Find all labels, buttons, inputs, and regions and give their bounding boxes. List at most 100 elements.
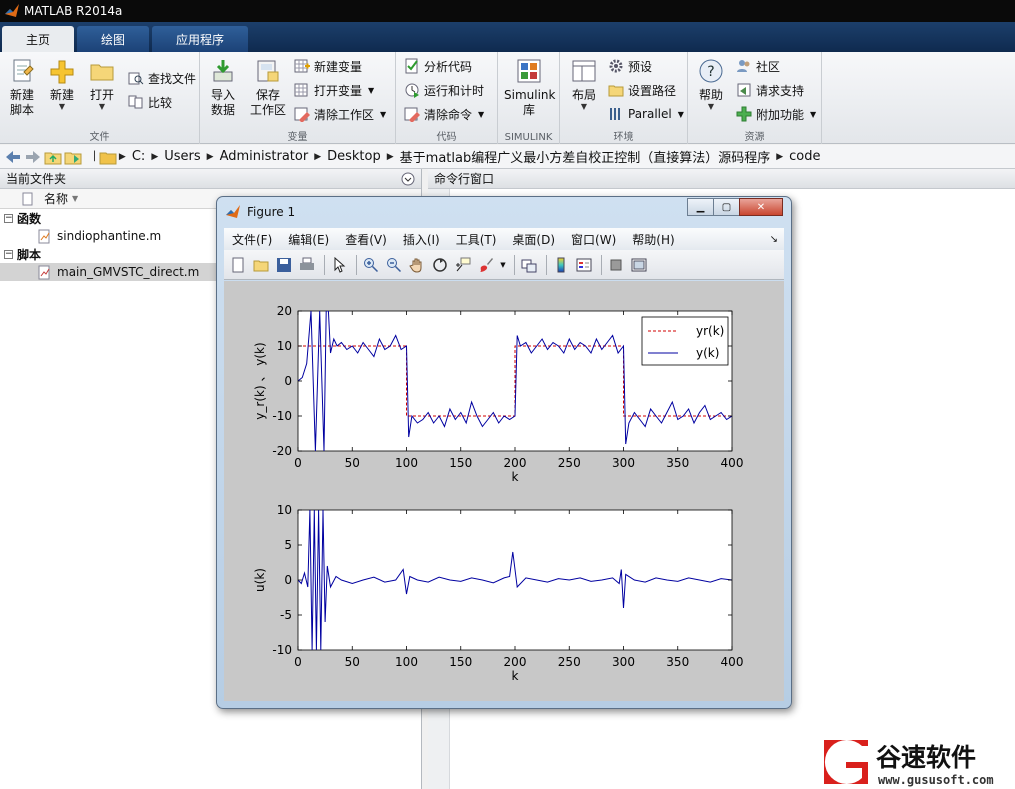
brush-dropdown-button[interactable]: ▼: [499, 255, 507, 275]
x-axis-label: k: [512, 669, 519, 683]
run-and-time-button[interactable]: 运行和计时: [404, 80, 484, 100]
panel-actions-icon[interactable]: [401, 172, 415, 186]
ribbon-group-variable: 导入 数据 保存 工作区 新建变量 打开变量 ▼ 清除工作区 ▼ 变量: [200, 52, 396, 144]
open-button[interactable]: 打开 ▼: [82, 58, 122, 111]
brush-button[interactable]: [476, 255, 496, 275]
tab-home[interactable]: 主页: [2, 26, 75, 52]
breadcrumb-project-folder[interactable]: 基于matlab编程广义最小方差自校正控制（直接算法）源码程序: [400, 147, 771, 166]
zoom-out-button[interactable]: [384, 255, 404, 275]
pan-button[interactable]: [407, 255, 427, 275]
show-plot-tools-button[interactable]: [629, 255, 649, 275]
tab-plots[interactable]: 绘图: [77, 26, 150, 52]
breadcrumb-code[interactable]: code: [789, 149, 820, 164]
clear-workspace-button[interactable]: 清除工作区 ▼: [294, 104, 386, 124]
open-variable-label: 打开变量: [314, 83, 363, 98]
parallel-button[interactable]: Parallel ▼: [608, 104, 684, 124]
open-folder-icon: [90, 64, 114, 81]
menu-insert[interactable]: 插入(I): [395, 231, 448, 248]
open-folder-icon: [253, 260, 269, 271]
up-folder-icon[interactable]: [44, 149, 62, 165]
find-files-button[interactable]: 查找文件: [128, 68, 196, 88]
simulink-library-icon: [517, 59, 541, 83]
print-figure-button[interactable]: [297, 255, 317, 275]
tab-plots-label: 绘图: [101, 32, 126, 47]
menu-window[interactable]: 窗口(W): [563, 231, 624, 248]
collapse-icon[interactable]: −: [4, 249, 13, 259]
menu-desktop[interactable]: 桌面(D): [504, 231, 563, 248]
zoom-in-button[interactable]: [361, 255, 381, 275]
file-name: main_GMVSTC_direct.m: [57, 265, 200, 279]
new-variable-button[interactable]: 新建变量: [294, 56, 362, 76]
maximize-button[interactable]: ▢: [713, 198, 740, 216]
simulink-library-label: Simulink 库: [504, 88, 556, 117]
menu-view[interactable]: 查看(V): [337, 231, 395, 248]
request-support-button[interactable]: 请求支持: [736, 80, 804, 100]
minimize-button[interactable]: ▁: [687, 198, 714, 216]
close-button[interactable]: ✕: [739, 198, 783, 216]
menu-tools[interactable]: 工具(T): [448, 231, 505, 248]
legend: yr(k) y(k): [641, 316, 729, 366]
save-figure-button[interactable]: [274, 255, 294, 275]
community-button[interactable]: 社区: [736, 56, 780, 76]
x-tick-label: 250: [558, 456, 581, 470]
name-column-label: 名称: [44, 192, 69, 206]
new-variable-label: 新建变量: [314, 59, 363, 74]
back-arrow-icon[interactable]: [4, 149, 22, 165]
open-file-button[interactable]: [251, 255, 271, 275]
browse-folder-icon[interactable]: [64, 149, 82, 165]
y-axis-label: u(k): [253, 568, 267, 592]
set-path-button[interactable]: 设置路径: [608, 80, 676, 100]
forward-arrow-icon[interactable]: [24, 149, 42, 165]
compare-button[interactable]: 比较: [128, 92, 172, 112]
collapse-icon[interactable]: −: [4, 213, 13, 223]
y-axis-label: y_r(k) 、 y(k): [253, 342, 267, 419]
menu-edit[interactable]: 编辑(E): [280, 231, 337, 248]
printer-icon: [300, 257, 314, 270]
add-ons-button[interactable]: 附加功能 ▼: [736, 104, 816, 124]
simulink-library-button[interactable]: Simulink 库: [504, 58, 556, 118]
open-dropdown-icon: ▼: [98, 102, 106, 111]
tab-apps[interactable]: 应用程序: [152, 26, 249, 52]
rotate-3d-button[interactable]: [430, 255, 450, 275]
insert-colorbar-button[interactable]: [551, 255, 571, 275]
figure-window[interactable]: Figure 1 ▁ ▢ ✕ 文件(F) 编辑(E) 查看(V) 插入(I) 工…: [216, 196, 792, 709]
watermark-logo: 谷速软件 www.gususoft.com: [816, 734, 1015, 789]
crumb-separator-icon: ▶: [151, 151, 159, 162]
command-window-header: 命令行窗口: [428, 169, 1015, 189]
preferences-button[interactable]: 预设: [608, 56, 652, 76]
menu-help[interactable]: 帮助(H): [624, 231, 682, 248]
open-variable-button[interactable]: 打开变量 ▼: [294, 80, 374, 100]
new-script-button[interactable]: 新建 脚本: [2, 58, 42, 118]
link-plot-icon: [521, 259, 537, 272]
new-figure-button[interactable]: [228, 255, 248, 275]
clear-commands-button[interactable]: 清除命令 ▼: [404, 104, 484, 124]
parallel-label: Parallel: [628, 107, 672, 121]
breadcrumb-users[interactable]: Users: [164, 149, 200, 164]
x-tick-label: 100: [395, 655, 418, 669]
breadcrumb-administrator[interactable]: Administrator: [220, 149, 309, 164]
insert-legend-button[interactable]: [574, 255, 594, 275]
save-workspace-button[interactable]: 保存 工作区: [246, 58, 290, 118]
new-button[interactable]: 新建 ▼: [42, 58, 82, 111]
dock-figure-icon[interactable]: ↘: [770, 234, 778, 245]
show-plot-tools-icon: [631, 258, 647, 271]
chevron-down-icon: ▼: [500, 260, 506, 269]
edit-plot-button[interactable]: [329, 255, 349, 275]
breadcrumb-desktop[interactable]: Desktop: [327, 149, 381, 164]
legend-entry: y(k): [696, 346, 719, 360]
figure-title-bar[interactable]: Figure 1: [225, 201, 295, 223]
layout-button[interactable]: 布局 ▼: [564, 58, 604, 111]
legend-entry: yr(k): [696, 324, 724, 338]
breadcrumb-drive[interactable]: C:: [132, 149, 145, 164]
import-data-button[interactable]: 导入 数据: [203, 58, 243, 118]
menu-file[interactable]: 文件(F): [224, 231, 280, 248]
colorbar-icon: [557, 257, 565, 272]
analyze-code-button[interactable]: 分析代码: [404, 56, 472, 76]
y-tick-label: -5: [280, 608, 292, 622]
toolbar-separator: [514, 254, 515, 275]
link-plot-button[interactable]: [519, 255, 539, 275]
help-button[interactable]: ? 帮助 ▼: [691, 58, 731, 111]
hide-plot-tools-button[interactable]: [606, 255, 626, 275]
x-tick-label: 0: [294, 655, 302, 669]
data-cursor-button[interactable]: [453, 255, 473, 275]
